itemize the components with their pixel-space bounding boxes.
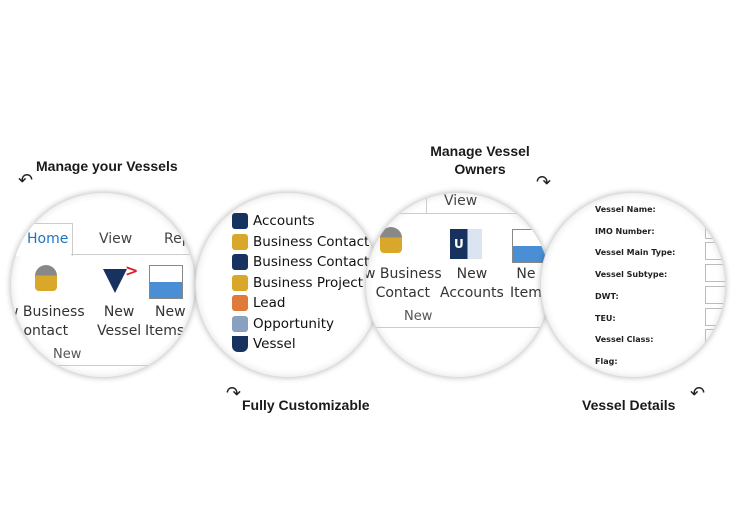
caption-manage-vessel-owners: Manage Vessel Owners [430,143,530,177]
business-project-icon [232,274,248,291]
field-label: IMO Number: [595,226,655,236]
new-business-contact-button[interactable]: w Business Contact [366,265,442,303]
accounts-icon: U [450,229,482,259]
new-items-list: Accounts Business Contact Business Contact… [232,211,369,355]
lead-icon [232,295,248,312]
new-vessel-button[interactable]: New Vessel [97,303,141,341]
curved-arrow-icon: ↷ [226,383,242,404]
curved-arrow-icon: ↷ [536,172,552,193]
caption-manage-vessels: Manage your Vessels [36,158,178,174]
field-label: DWT: [595,291,619,301]
field-input[interactable] [705,285,725,304]
vessel-icon [103,269,127,293]
caption-vessel-details: Vessel Details [582,397,676,413]
list-item-label: Accounts [253,213,315,230]
field-input[interactable] [705,220,725,239]
field-input[interactable] [705,264,725,283]
opportunity-icon [232,315,248,332]
curved-arrow-icon: ↶ [690,383,706,404]
list-item[interactable]: Vessel [232,334,369,355]
field-label: Vessel Subtype: [595,270,668,280]
list-item[interactable]: Business Contact [232,252,369,273]
field-label: Flag: [595,356,618,366]
list-item-label: Business Contact [253,254,370,271]
vessel-details-circle: Vessel Name: IMO Number: Vessel Main Type:… [540,192,726,378]
field-input[interactable] [705,307,725,326]
ribbon-home-circle: Home View Repo > w Business ontact New Ves… [10,192,196,378]
tab-reports[interactable]: Repo [164,231,195,247]
new-items-button[interactable]: New Items ▾ [145,303,195,341]
list-item[interactable]: Accounts [232,211,369,232]
new-items-list-circle: Accounts Business Contact Business Contact… [195,192,381,378]
tab-home-label[interactable]: Home [27,231,68,247]
field-label: TEU: [595,313,616,323]
caption-fully-customizable: Fully Customizable [242,397,370,413]
red-arrow-icon: > [125,261,139,280]
list-item-label: Vessel [253,336,296,353]
curved-arrow-icon: ↶ [18,170,34,191]
list-item-label: Business Project [253,274,364,291]
vessel-icon [232,336,248,353]
group-label-new: New [53,347,82,362]
business-contact-icon [380,227,402,253]
business-contact-link-icon [232,254,248,271]
new-items-icon [149,265,183,299]
list-item-label: Opportunity [253,315,335,332]
tab-view[interactable]: View [444,193,477,209]
field-label: Vessel Name: [595,205,656,214]
field-input[interactable] [705,329,725,348]
new-business-contact-button[interactable]: w Business ontact [11,303,85,341]
list-item[interactable]: Business Project [232,273,369,294]
ribbon-accounts-circle: View U w Business Contact New Accounts Ne I… [365,192,551,378]
list-item[interactable]: Opportunity [232,314,369,335]
new-items-icon [512,229,546,263]
business-contact-icon [35,265,57,291]
accounts-icon [232,213,248,230]
field-label: Vessel Main Type: [595,248,676,258]
new-items-button[interactable]: Ne Item [510,265,542,303]
group-label-new: New [404,309,433,324]
list-item-label: Business Contact [253,233,370,250]
business-contact-icon [232,233,248,250]
field-input[interactable] [705,242,725,261]
list-item[interactable]: Lead [232,293,369,314]
tab-view[interactable]: View [99,231,132,247]
new-accounts-button[interactable]: New Accounts [440,265,504,303]
list-item[interactable]: Business Contact [232,232,369,253]
list-item-label: Lead [253,295,286,312]
field-label: Vessel Class: [595,335,654,345]
